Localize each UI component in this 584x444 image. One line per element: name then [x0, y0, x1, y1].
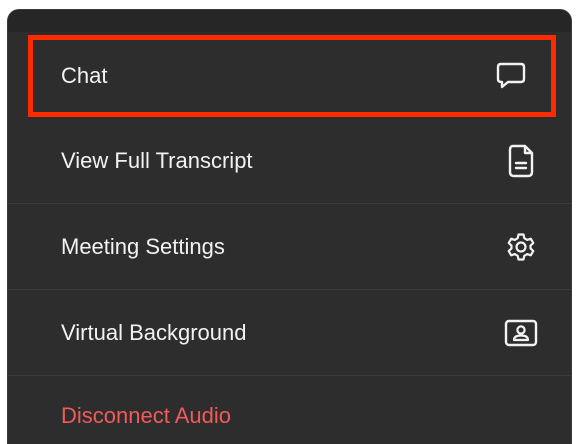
- more-options-menu: Chat View Full Transcript Meeting Settin…: [7, 9, 572, 444]
- document-icon: [503, 143, 539, 179]
- gear-icon: [503, 229, 539, 265]
- person-frame-icon: [503, 315, 539, 351]
- meeting-settings-label: Meeting Settings: [61, 233, 225, 259]
- virtual-background-menu-item[interactable]: Virtual Background: [8, 290, 571, 376]
- chat-label: Chat: [61, 63, 108, 88]
- disconnect-audio-label: Disconnect Audio: [61, 403, 231, 428]
- meeting-settings-menu-item[interactable]: Meeting Settings: [8, 204, 571, 290]
- disconnect-audio-menu-item[interactable]: Disconnect Audio: [8, 376, 571, 444]
- virtual-background-label: Virtual Background: [61, 319, 247, 345]
- view-transcript-menu-item[interactable]: View Full Transcript: [8, 118, 571, 204]
- chat-bubble-icon: [493, 58, 529, 94]
- view-transcript-label: View Full Transcript: [61, 147, 253, 173]
- chat-menu-item[interactable]: Chat: [28, 35, 556, 117]
- menu-top-band: [8, 10, 571, 32]
